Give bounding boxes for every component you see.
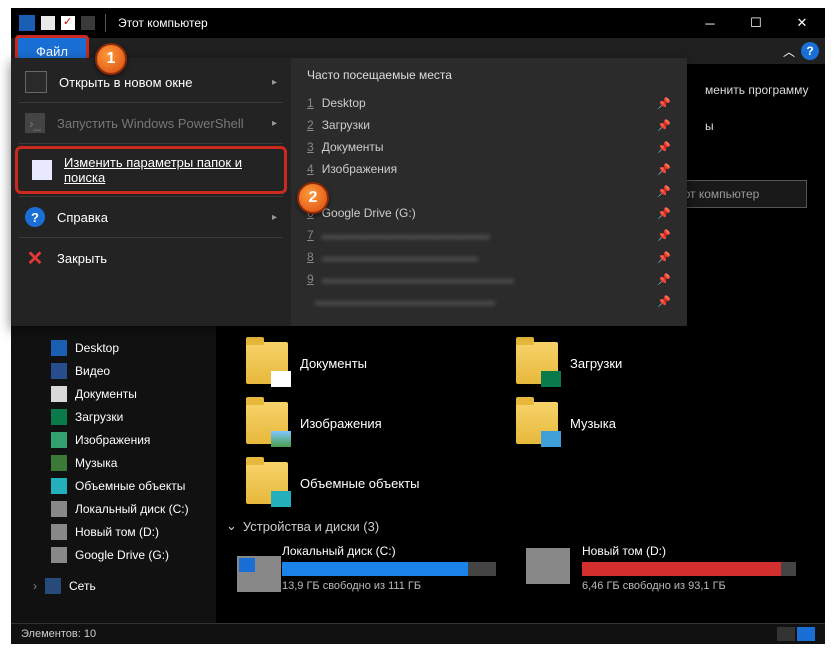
pin-icon[interactable]: 📌 — [657, 251, 671, 264]
qat-icon[interactable] — [41, 16, 55, 30]
frequent-item[interactable]: 3Документы📌 — [307, 136, 671, 158]
menu-powershell: ›_ Запустить Windows PowerShell▸ — [11, 105, 291, 141]
file-menu: Открыть в новом окне▸ ›_ Запустить Windo… — [11, 58, 687, 326]
pin-icon[interactable]: 📌 — [657, 295, 671, 308]
video-icon — [51, 363, 67, 379]
drive-icon — [237, 556, 281, 592]
frequent-title: Часто посещаемые места — [307, 68, 671, 82]
pin-icon[interactable]: 📌 — [657, 207, 671, 220]
pin-icon[interactable]: 📌 — [657, 273, 671, 286]
images-icon — [51, 432, 67, 448]
docs-icon — [51, 386, 67, 402]
status-text: Элементов: 10 — [21, 628, 96, 640]
drive-icon — [51, 547, 67, 563]
menu-folder-options[interactable]: Изменить параметры папок и поиска — [15, 146, 287, 194]
pin-icon[interactable]: 📌 — [657, 97, 671, 110]
frequent-item[interactable]: 2Загрузки📌 — [307, 114, 671, 136]
sidebar-item-network[interactable]: ›Сеть — [11, 574, 216, 597]
frequent-item[interactable]: 4Изображения📌 — [307, 158, 671, 180]
minimize-button[interactable]: ─ — [687, 8, 733, 38]
chevron-up-icon[interactable]: ︿ — [783, 43, 795, 60]
help-icon[interactable]: ? — [801, 42, 819, 60]
frequent-item[interactable]: 7▬▬▬▬▬▬▬▬▬▬▬▬▬▬📌 — [307, 224, 671, 246]
close-button[interactable]: ✕ — [779, 8, 825, 38]
sidebar-item-video[interactable]: Видео — [11, 359, 216, 382]
folder-downloads[interactable]: Загрузки — [516, 336, 786, 390]
view-details-button[interactable] — [777, 627, 795, 641]
frequent-item[interactable]: ▬▬▬▬▬▬▬▬▬▬▬▬▬▬▬📌 — [307, 290, 671, 312]
sidebar-item-downloads[interactable]: Загрузки — [11, 405, 216, 428]
frequent-item[interactable]: 1Desktop📌 — [307, 92, 671, 114]
menu-open-new-window[interactable]: Открыть в новом окне▸ — [11, 64, 291, 100]
options-icon — [32, 160, 52, 180]
frequent-item[interactable]: 5📌 — [307, 180, 671, 202]
titlebar: Этот компьютер ─ ☐ ✕ — [11, 8, 825, 38]
chevron-down-icon: ⌄ — [226, 518, 237, 534]
folder-3d[interactable]: Объемные объекты — [246, 456, 516, 510]
view-tiles-button[interactable] — [797, 627, 815, 641]
pin-icon[interactable]: 📌 — [657, 119, 671, 132]
status-bar: Элементов: 10 — [11, 623, 825, 644]
sidebar-item-docs[interactable]: Документы — [11, 382, 216, 405]
frequent-item[interactable]: 6Google Drive (G:)📌 — [307, 202, 671, 224]
folder-music[interactable]: Музыка — [516, 396, 786, 450]
sidebar-item-3d[interactable]: Объемные объекты — [11, 474, 216, 497]
maximize-button[interactable]: ☐ — [733, 8, 779, 38]
frequent-item[interactable]: 9▬▬▬▬▬▬▬▬▬▬▬▬▬▬▬▬📌 — [307, 268, 671, 290]
qat-check-icon[interactable] — [61, 16, 75, 30]
window-icon — [25, 71, 47, 93]
sidebar-item-music[interactable]: Музыка — [11, 451, 216, 474]
sidebar-item-images[interactable]: Изображения — [11, 428, 216, 451]
callout-2: 2 — [297, 182, 329, 214]
qat-icon2[interactable] — [81, 16, 95, 30]
sidebar-item-desktop[interactable]: Desktop — [11, 336, 216, 359]
folder-images[interactable]: Изображения — [246, 396, 516, 450]
music-icon — [51, 455, 67, 471]
download-icon — [51, 409, 67, 425]
callout-1: 1 — [95, 43, 127, 75]
pin-icon[interactable]: 📌 — [657, 229, 671, 242]
pin-icon[interactable]: 📌 — [657, 141, 671, 154]
drive-icon — [51, 524, 67, 540]
desktop-icon — [51, 340, 67, 356]
pc-icon — [19, 15, 35, 31]
drive-c[interactable]: Локальный диск (C:) 13,9 ГБ свободно из … — [226, 544, 496, 592]
frequent-item[interactable]: 8▬▬▬▬▬▬▬▬▬▬▬▬▬📌 — [307, 246, 671, 268]
pin-icon[interactable]: 📌 — [657, 163, 671, 176]
network-icon — [45, 578, 61, 594]
sidebar-item-drive-d[interactable]: Новый том (D:) — [11, 520, 216, 543]
menu-close[interactable]: ✕ Закрыть — [11, 240, 291, 276]
drive-d[interactable]: Новый том (D:) 6,46 ГБ свободно из 93,1 … — [526, 544, 796, 592]
sidebar-item-drive-c[interactable]: Локальный диск (C:) — [11, 497, 216, 520]
menu-help[interactable]: ? Справка▸ — [11, 199, 291, 235]
drive-icon — [526, 548, 570, 584]
close-icon: ✕ — [25, 248, 45, 268]
window-title: Этот компьютер — [118, 16, 208, 30]
folder-docs[interactable]: Документы — [246, 336, 516, 390]
pin-icon[interactable]: 📌 — [657, 185, 671, 198]
obj3d-icon — [51, 478, 67, 494]
drive-icon — [51, 501, 67, 517]
sidebar-item-drive-g[interactable]: Google Drive (G:) — [11, 543, 216, 566]
powershell-icon: ›_ — [25, 113, 45, 133]
ribbon-fragment: менить программу ы — [705, 72, 815, 144]
section-drives-header[interactable]: ⌄ Устройства и диски (3) — [226, 518, 815, 534]
help-icon: ? — [25, 207, 45, 227]
